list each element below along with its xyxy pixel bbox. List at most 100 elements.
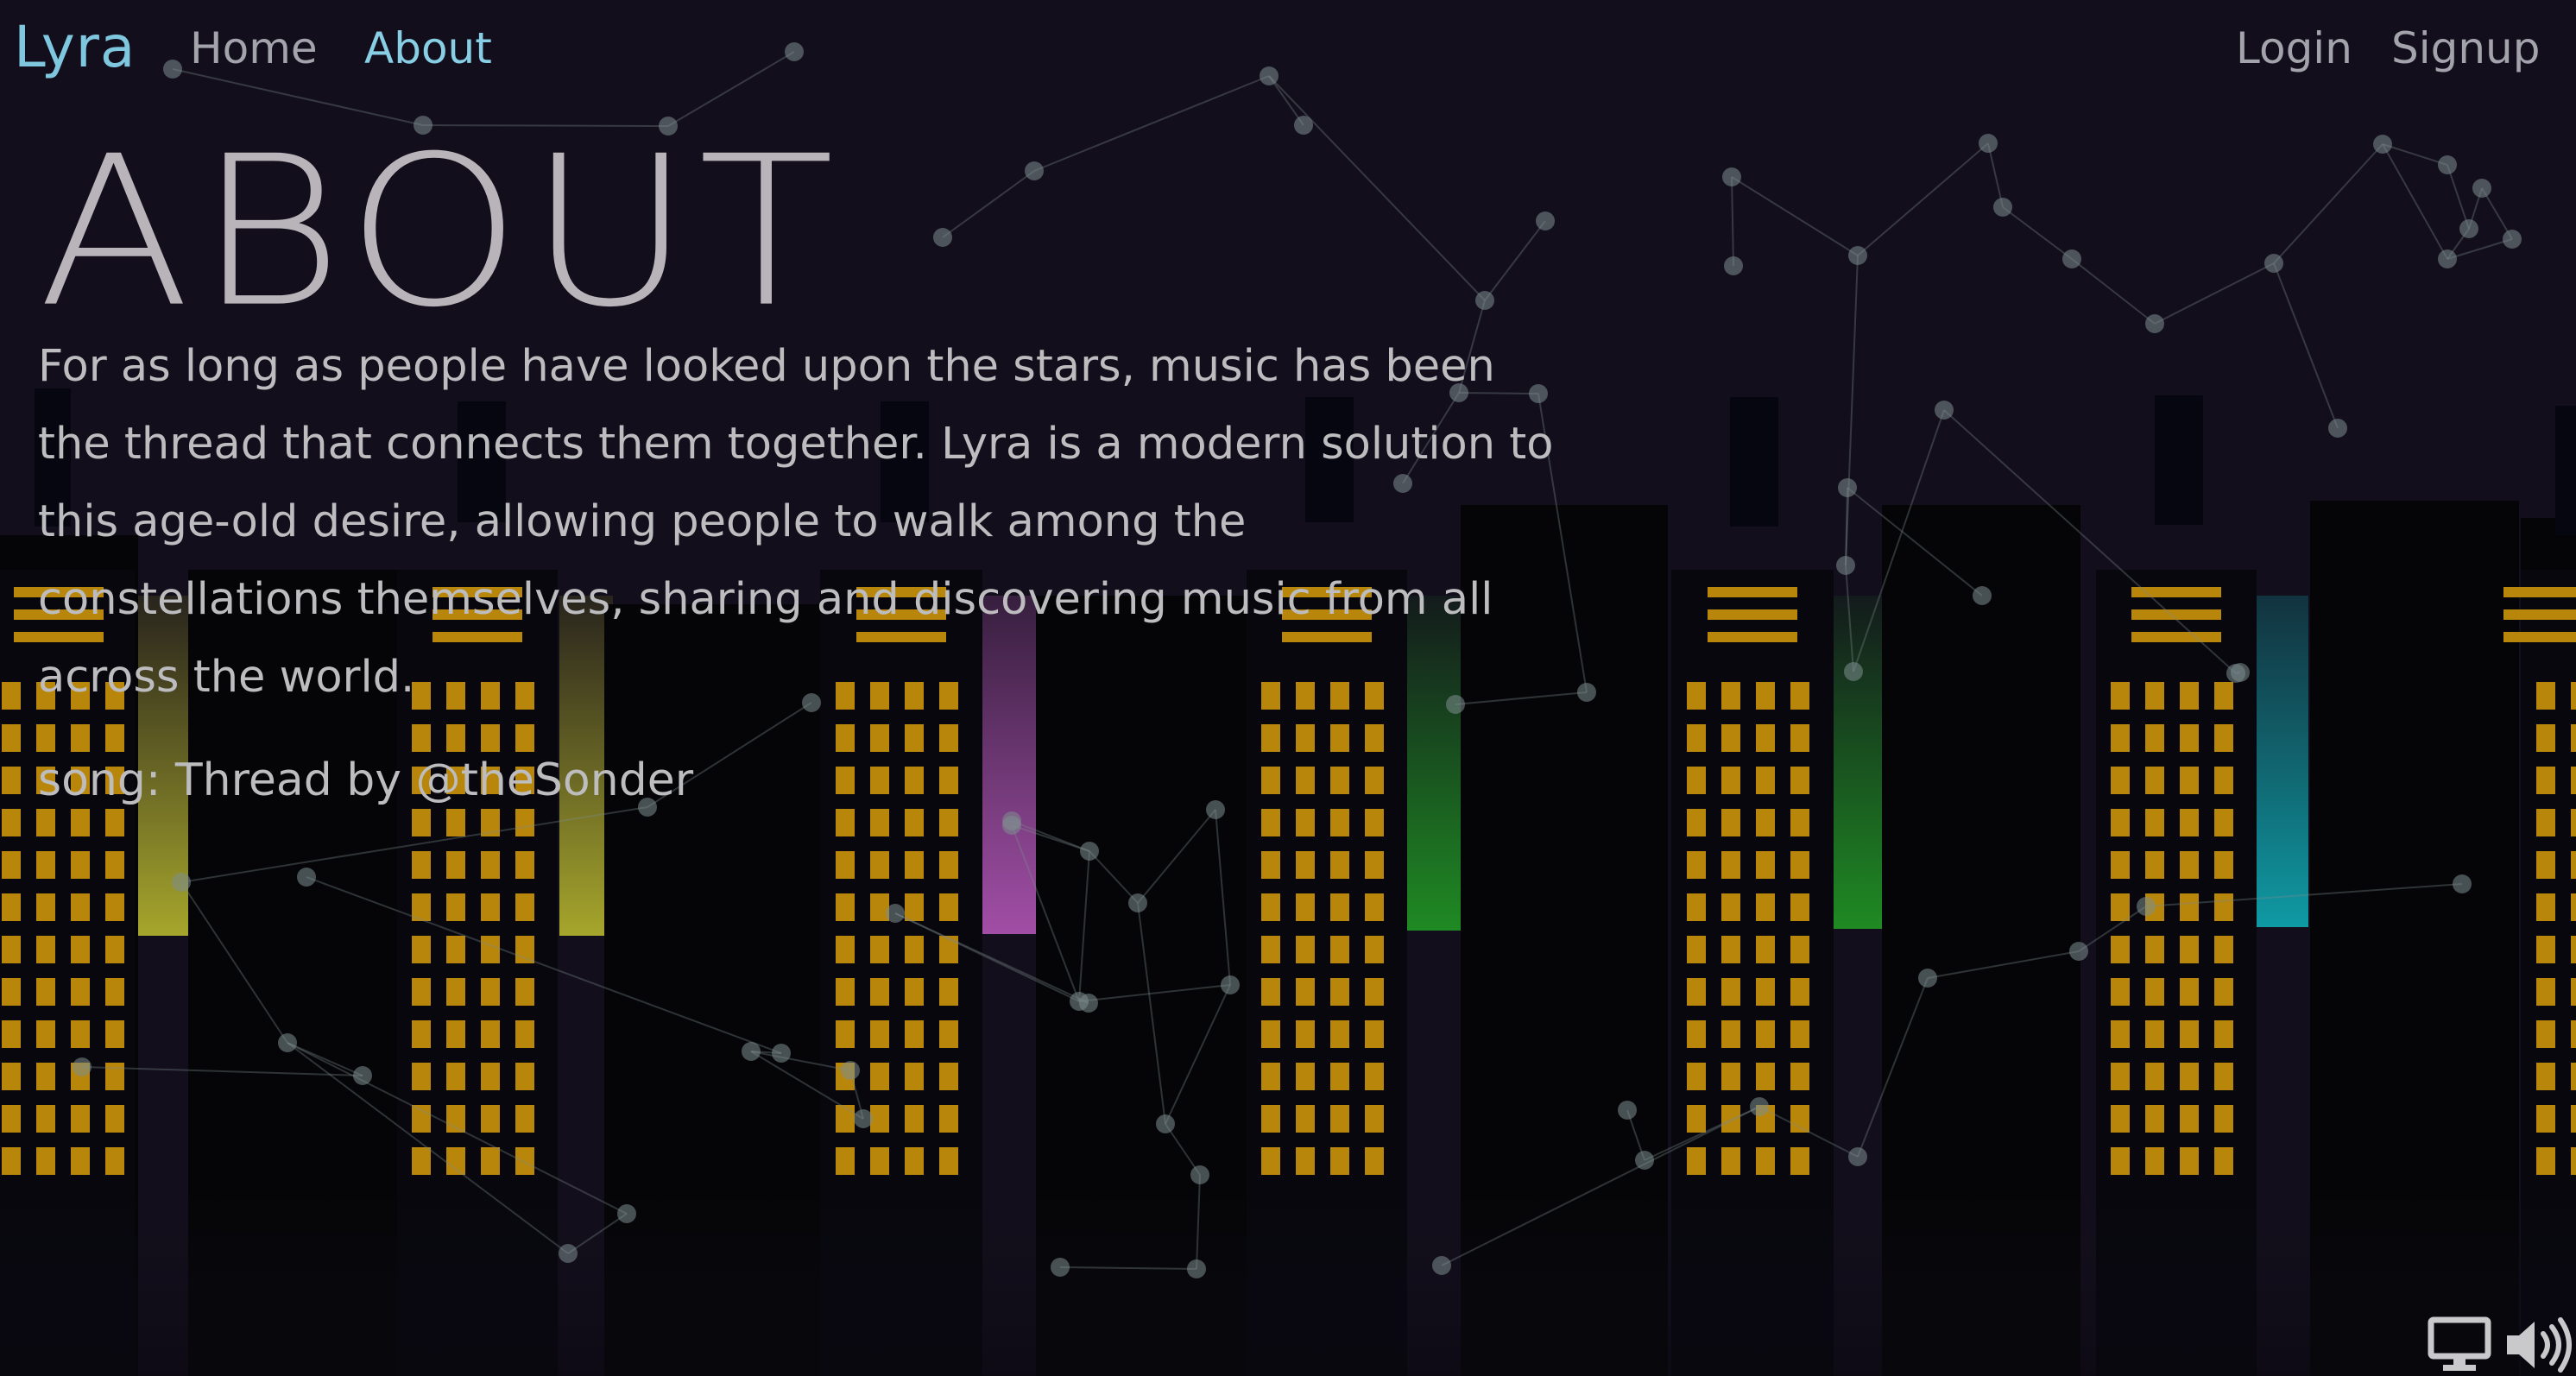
constellation-star (73, 1057, 92, 1076)
tower-window (2, 851, 21, 879)
tower-window (905, 936, 924, 963)
tower-window (71, 1105, 90, 1133)
constellation-star (1577, 683, 1596, 702)
constellation-star (1156, 1114, 1175, 1133)
tower-window (2, 1105, 21, 1133)
nav-link-signup[interactable]: Signup (2391, 19, 2541, 78)
constellation-star (1187, 1259, 1206, 1278)
nav-link-home[interactable]: Home (190, 19, 318, 78)
tower-window (2571, 851, 2576, 879)
tower-window (2536, 724, 2555, 752)
tower-window (1721, 978, 1740, 1006)
tower-window (105, 1105, 124, 1133)
tower-window (2180, 1020, 2199, 1048)
tower-window (836, 936, 855, 963)
tower-window (1687, 682, 1706, 710)
tower-window (1261, 978, 1280, 1006)
constellation-star (2328, 419, 2347, 438)
tower-window (2536, 809, 2555, 836)
tower-window (481, 936, 500, 963)
tower-window (1330, 851, 1349, 879)
tower-window (2214, 724, 2233, 752)
tower-window (105, 1063, 124, 1090)
tower-window (515, 1020, 534, 1048)
tower-window (71, 1020, 90, 1048)
constellation-star (933, 228, 952, 247)
tower-window (1721, 767, 1740, 794)
tower-window (870, 1020, 889, 1048)
tower-window (870, 809, 889, 836)
tower-window (836, 767, 855, 794)
tower-vent (2503, 587, 2576, 597)
tower-window (412, 1147, 431, 1175)
tower-window (412, 851, 431, 879)
constellation-star (1993, 198, 2012, 217)
tower-window (939, 1063, 958, 1090)
tower-window (2145, 978, 2164, 1006)
constellation-star (2438, 155, 2457, 174)
tower-window (1330, 809, 1349, 836)
tower-window (105, 851, 124, 879)
tower-window (1261, 767, 1280, 794)
tower-window (105, 1020, 124, 1048)
tower-window (2536, 978, 2555, 1006)
light-beam (1832, 596, 1885, 929)
tower-window (481, 851, 500, 879)
tower-window (446, 893, 465, 921)
tower-window (71, 851, 90, 879)
tower-window (905, 767, 924, 794)
tower-window (1687, 1147, 1706, 1175)
tower-window (1721, 893, 1740, 921)
tower-window (2, 1063, 21, 1090)
tower-window (446, 1063, 465, 1090)
constellation-star (1206, 800, 1225, 819)
brand-logo[interactable]: Lyra (14, 12, 136, 83)
tower-window (1790, 851, 1809, 879)
tower-window (1687, 809, 1706, 836)
tower-window (481, 893, 500, 921)
top-navbar: Lyra Home About Login Signup (0, 0, 2576, 95)
nav-link-login[interactable]: Login (2236, 19, 2352, 78)
tower-window (2180, 893, 2199, 921)
nav-link-about[interactable]: About (364, 19, 492, 78)
tower-window (2571, 767, 2576, 794)
tower-window (515, 936, 534, 963)
constellation-star (1722, 167, 1741, 186)
tower-window (1790, 1105, 1809, 1133)
tower-window (481, 1020, 500, 1048)
tower-window (905, 724, 924, 752)
tower-window (36, 1063, 55, 1090)
tower-window (939, 978, 958, 1006)
tower-window (870, 724, 889, 752)
constellation-star (772, 1044, 791, 1063)
constellation-star (2231, 663, 2250, 682)
volume-icon[interactable] (2503, 1316, 2574, 1373)
monitor-icon[interactable] (2428, 1316, 2491, 1373)
tower-window (2571, 936, 2576, 963)
tower-window (1756, 936, 1775, 963)
tower-vent (2503, 609, 2576, 620)
tower-window (1756, 682, 1775, 710)
tower-window (2145, 1105, 2164, 1133)
constellation-star (2069, 942, 2088, 961)
tower-window (1721, 1020, 1740, 1048)
tower-window (2180, 978, 2199, 1006)
constellation-star (172, 873, 191, 892)
tower-window (1330, 1105, 1349, 1133)
tower-window (1687, 1105, 1706, 1133)
tower-window (1687, 936, 1706, 963)
tower-window (1687, 1063, 1706, 1090)
tower-window (2180, 724, 2199, 752)
tower-window (1330, 978, 1349, 1006)
tower-vent (2131, 632, 2221, 642)
tower-window (2111, 936, 2130, 963)
constellation-star (2453, 874, 2472, 893)
tower-window (1721, 851, 1740, 879)
tower-window (939, 724, 958, 752)
tower-window (2571, 1147, 2576, 1175)
constellation-star (742, 1042, 761, 1061)
tower-window (1790, 978, 1809, 1006)
tower-window (2214, 1020, 2233, 1048)
tower-window (515, 978, 534, 1006)
tower-window (1296, 1020, 1315, 1048)
